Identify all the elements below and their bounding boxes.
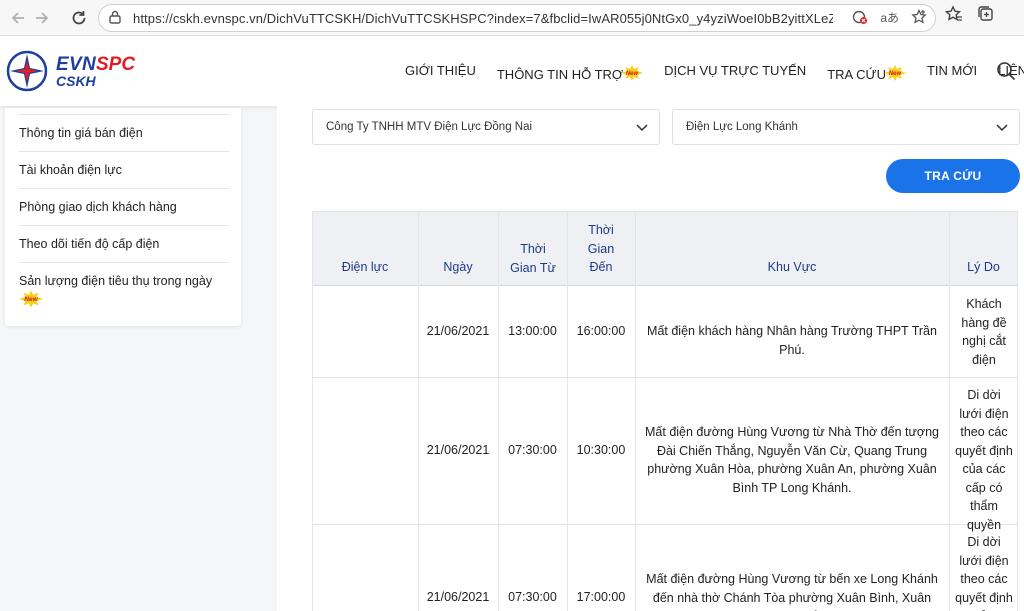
browser-toolbar: https://cskh.evnspc.vn/DichVuTTCSKH/Dich… [0, 0, 1024, 36]
favorites-icon[interactable] [944, 5, 963, 28]
table-cell-ngay: 21/06/2021 [426, 443, 490, 457]
sidebar-item-san-luong[interactable]: Sản lượng điện tiêu thụ trong ngày New [19, 274, 229, 318]
company-select[interactable]: Công Ty TNHH MTV Điện Lực Đồng Nai [312, 109, 660, 145]
sidebar-item-label: Sản lượng điện tiêu thụ trong ngày [19, 274, 213, 288]
logo-spc-text: SPC [95, 54, 136, 75]
nav-label: TIN MỚI [926, 63, 978, 78]
branch-select[interactable]: Điện Lực Long Khánh [672, 109, 1020, 145]
sidebar-item-label: Theo dõi tiến độ cấp điện [19, 237, 160, 251]
sidebar-item-label: Thông tin giá bán điện [19, 126, 143, 140]
header-thoi-gian-tu[interactable]: Thời Gian Từ [506, 240, 560, 277]
header-khu-vuc[interactable]: Khu Vực [635, 258, 949, 277]
sidebar-item-phong-giao-dich[interactable]: Phòng giao dịch khách hàng [19, 200, 229, 226]
site-header: EVNSPC CSKH GIỚI THIỆU THÔNG TIN HỖ TRỢ N… [0, 36, 1024, 106]
row-divider [312, 524, 1018, 525]
chevron-down-icon [636, 124, 648, 132]
table-cell-tu: 13:00:00 [508, 324, 557, 338]
chevron-down-icon [996, 124, 1008, 132]
table-cell-tu: 07:30:00 [508, 443, 557, 457]
table-cell-den: 10:30:00 [576, 443, 626, 457]
column-divider [567, 211, 568, 611]
nav-label: DỊCH VỤ TRỰC TUYẾN [664, 63, 807, 78]
logo-evn-text: EVN [56, 54, 96, 75]
sidebar-item-label: Phòng giao dịch khách hàng [19, 200, 177, 214]
forward-icon[interactable] [28, 5, 54, 31]
nav-dich-vu-truc-tuyen[interactable]: DỊCH VỤ TRỰC TUYẾN [664, 63, 806, 82]
header-dien-luc[interactable]: Điện lực [312, 258, 418, 277]
tra-cuu-button[interactable]: TRA CỨU [886, 159, 1020, 193]
collections-icon[interactable] [977, 5, 995, 28]
site-logo[interactable]: EVNSPC CSKH [56, 54, 135, 89]
table-cell-ly-do: Di dời lưới điện theo các quyết định của [955, 535, 1013, 611]
header-ly-do[interactable]: Lý Do [949, 258, 1018, 277]
table-cell-ly-do: Di dời lưới điện theo các quyết định của… [955, 388, 1013, 532]
table-cell-den: 16:00:00 [576, 324, 626, 338]
company-select-value: Công Ty TNHH MTV Điện Lực Đồng Nai [326, 121, 533, 133]
table-cell-khu-vuc: Mất điện khách hàng Nhân hàng Trường THP… [647, 324, 937, 357]
header-thoi-gian-den[interactable]: Thời Gian Đến [575, 221, 627, 277]
header-ngay[interactable]: Ngày [418, 258, 498, 277]
table-cell-ngay: 21/06/2021 [426, 324, 490, 338]
table-cell-khu-vuc: Mất điện đường Hùng Vương từ Nhà Thờ đến… [645, 425, 939, 495]
nav-label: GIỚI THIỆU [405, 63, 476, 78]
table-cell-den: 17:00:00 [576, 590, 626, 604]
favorite-add-icon[interactable] [911, 8, 927, 28]
column-divider [498, 211, 499, 611]
main-nav: GIỚI THIỆU THÔNG TIN HỖ TRỢ New DỊCH VỤ T… [405, 63, 1024, 82]
logo-cskh-text: CSKH [56, 73, 96, 89]
branch-select-value: Điện Lực Long Khánh [686, 121, 798, 133]
svg-text:New: New [24, 296, 38, 303]
sidebar-item-label: Tài khoản điện lực [19, 163, 122, 177]
table-cell-ly-do: Khách hàng đề nghị cắt điện [961, 297, 1007, 367]
search-icon[interactable] [996, 61, 1016, 81]
lock-icon[interactable] [109, 10, 121, 27]
table-cell-tu: 07:30:00 [508, 590, 557, 604]
url-text[interactable]: https://cskh.evnspc.vn/DichVuTTCSKH/Dich… [133, 11, 833, 26]
sidebar-item-tai-khoan[interactable]: Tài khoản điện lực [19, 163, 229, 189]
svg-text:New: New [626, 71, 639, 77]
nav-tra-cuu[interactable]: TRA CỨU New [827, 63, 906, 82]
nav-tin-moi[interactable]: TIN MỚI [927, 63, 977, 82]
translate-icon[interactable]: aあ [880, 9, 899, 28]
address-bar[interactable]: https://cskh.evnspc.vn/DichVuTTCSKH/Dich… [98, 4, 936, 32]
svg-text:New: New [889, 71, 902, 77]
nav-label: TRA CỨU [827, 67, 886, 82]
nav-gioi-thieu[interactable]: GIỚI THIỆU [405, 63, 476, 82]
table-cell-ngay: 21/06/2021 [426, 590, 490, 604]
table-cell-khu-vuc: Mất điện đường Hùng Vương từ bến xe Long… [646, 572, 938, 611]
sidebar-menu: Thông tin giá bán điện Tài khoản điện lự… [5, 108, 241, 326]
new-badge-icon: New [883, 65, 906, 81]
refresh-icon[interactable] [66, 5, 92, 31]
sidebar-item-gia-ban-dien[interactable]: Thông tin giá bán điện [19, 126, 229, 152]
nav-label: THÔNG TIN HỖ TRỢ [496, 67, 624, 82]
new-badge-icon: New [19, 290, 43, 308]
row-divider [312, 377, 1018, 378]
evnspc-logo-icon[interactable] [6, 50, 48, 92]
new-badge-icon: New [621, 65, 644, 81]
nav-thong-tin-ho-tro[interactable]: THÔNG TIN HỖ TRỢ New [496, 63, 644, 82]
tracking-prevention-icon[interactable] [852, 9, 868, 28]
divider [19, 114, 229, 115]
sidebar-item-tien-do-cap-dien[interactable]: Theo dõi tiến độ cấp điện [19, 237, 229, 263]
